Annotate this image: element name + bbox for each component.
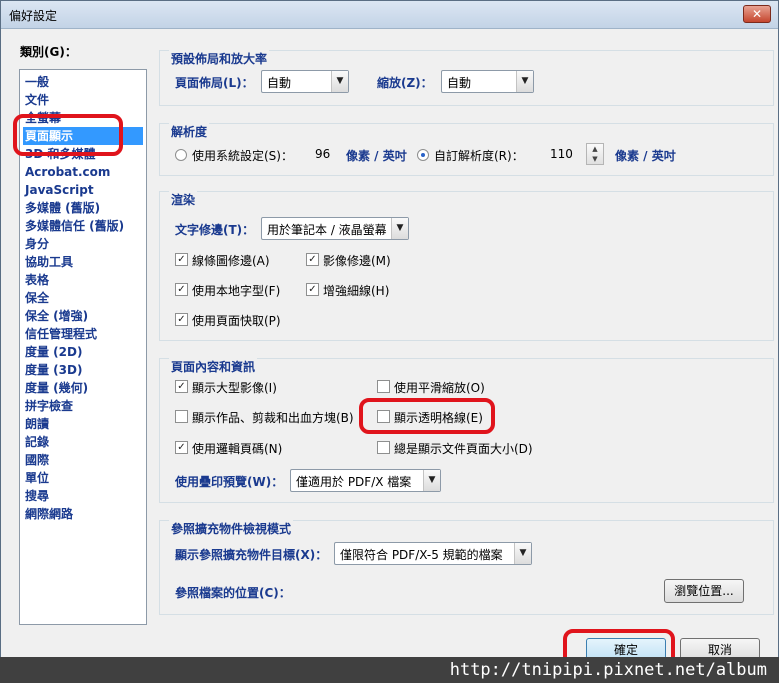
overprint-value: 僅適用於 PDF/X 檔案 (296, 475, 412, 489)
browse-location-button[interactable]: 瀏覽位置... (664, 579, 744, 603)
enhance-thin-lines-checkbox[interactable]: ✓ (306, 283, 319, 296)
resolution-section-title: 解析度 (169, 123, 210, 140)
window-title: 偏好設定 (9, 9, 58, 23)
enhance-thin-lines-label[interactable]: 增強細線(H) (323, 282, 389, 299)
always-show-page-size-label[interactable]: 總是顯示文件頁面大小(D) (394, 440, 533, 457)
reference-target-label: 顯示參照擴充物件目標(X)： (175, 548, 328, 562)
category-item[interactable]: JavaScript (25, 181, 94, 199)
category-item[interactable]: 身分 (25, 235, 49, 253)
smooth-text-select[interactable]: 用於筆記本 / 液晶螢幕 ▼ (261, 217, 409, 240)
reference-section-title: 參照擴充物件檢視模式 (169, 520, 294, 537)
show-large-images-checkbox[interactable]: ✓ (175, 380, 188, 393)
category-item[interactable]: 度量 (幾何) (25, 379, 88, 397)
layout-section-title: 預設佈局和放大率 (169, 50, 270, 67)
chevron-down-icon: ▼ (331, 71, 348, 92)
image-smoothing-checkbox[interactable]: ✓ (306, 253, 319, 266)
category-item[interactable]: 協助工具 (25, 253, 73, 271)
chevron-down-icon: ▼ (423, 470, 440, 491)
system-resolution-value: 96 (315, 147, 331, 161)
annotation-circle-grid (359, 398, 495, 434)
chevron-down-icon: ▼ (514, 543, 531, 564)
category-item[interactable]: 網際網路 (25, 505, 73, 523)
title-bar[interactable]: 偏好設定 ✕ (1, 1, 778, 29)
always-show-page-size-checkbox[interactable] (377, 441, 390, 454)
resolution-unit-2: 像素 / 英吋 (615, 149, 676, 163)
reference-section: 參照擴充物件檢視模式 顯示參照擴充物件目標(X)： 僅限符合 PDF/X-5 規… (159, 520, 774, 615)
custom-resolution-label[interactable]: 自訂解析度(R)： (434, 147, 524, 164)
category-item[interactable]: 度量 (3D) (25, 361, 82, 379)
reference-target-select[interactable]: 僅限符合 PDF/X-5 規範的檔案 ▼ (334, 542, 532, 565)
resolution-unit-1: 像素 / 英吋 (346, 149, 407, 163)
category-item[interactable]: Acrobat.com (25, 163, 110, 181)
zoom-label: 縮放(Z)： (377, 76, 433, 90)
close-button[interactable]: ✕ (743, 5, 771, 23)
category-item[interactable]: 文件 (25, 91, 49, 109)
custom-resolution-radio[interactable] (417, 149, 429, 161)
zoom-select[interactable]: 自動 ▼ (441, 70, 534, 93)
preferences-dialog: 偏好設定 ✕ 類別(G)： 一般 文件 全螢幕 頁面顯示 3D 和多媒體 Acrobat.… (0, 0, 779, 683)
system-resolution-radio[interactable] (175, 149, 187, 161)
radio-selected-dot (421, 153, 425, 157)
category-item[interactable]: 拼字檢查 (25, 397, 73, 415)
reference-location-label: 參照檔案的位置(C)： (175, 586, 291, 600)
smooth-text-value: 用於筆記本 / 液晶螢幕 (267, 223, 387, 237)
content-section-title: 頁面內容和資訊 (169, 358, 258, 375)
category-item[interactable]: 搜尋 (25, 487, 49, 505)
smooth-zoom-label[interactable]: 使用平滑縮放(O) (394, 379, 485, 396)
system-resolution-label[interactable]: 使用系統設定(S)： (192, 147, 293, 164)
category-item[interactable]: 保全 (25, 289, 49, 307)
logical-page-numbers-label[interactable]: 使用邏輯頁碼(N) (192, 440, 282, 457)
category-item[interactable]: 信任管理程式 (25, 325, 97, 343)
show-large-images-label[interactable]: 顯示大型影像(I) (192, 379, 277, 396)
watermark: http://tnipipi.pixnet.net/album (0, 657, 779, 683)
image-smoothing-label[interactable]: 影像修邊(M) (323, 252, 391, 269)
resolution-section: 解析度 使用系統設定(S)： 96 像素 / 英吋 自訂解析度(R)： 110 … (159, 123, 774, 176)
render-section-title: 渲染 (169, 191, 198, 208)
category-item[interactable]: 多媒體信任 (舊版) (25, 217, 124, 235)
category-item[interactable]: 表格 (25, 271, 49, 289)
reference-target-value: 僅限符合 PDF/X-5 規範的檔案 (340, 548, 503, 562)
category-label: 類別(G)： (20, 45, 77, 59)
chevron-down-icon: ▼ (516, 71, 533, 92)
category-item[interactable]: 保全 (增強) (25, 307, 88, 325)
page-layout-label: 頁面佈局(L)： (175, 76, 254, 90)
line-art-smoothing-checkbox[interactable]: ✓ (175, 253, 188, 266)
smooth-text-label: 文字修邊(T)： (175, 223, 255, 237)
category-item[interactable]: 一般 (25, 73, 49, 91)
category-item[interactable]: 記錄 (25, 433, 49, 451)
page-cache-checkbox[interactable]: ✓ (175, 313, 188, 326)
category-item[interactable]: 多媒體 (舊版) (25, 199, 100, 217)
layout-section: 預設佈局和放大率 頁面佈局(L)： 自動 ▼ 縮放(Z)： 自動 ▼ (159, 50, 774, 106)
logical-page-numbers-checkbox[interactable]: ✓ (175, 441, 188, 454)
chevron-down-icon: ▼ (391, 218, 408, 239)
overprint-label: 使用疊印預覽(W)： (175, 475, 284, 489)
line-art-smoothing-label[interactable]: 線條圖修邊(A) (192, 252, 270, 269)
smooth-zoom-checkbox[interactable] (377, 380, 390, 393)
category-item[interactable]: 度量 (2D) (25, 343, 82, 361)
category-item[interactable]: 國際 (25, 451, 49, 469)
local-fonts-label[interactable]: 使用本地字型(F) (192, 282, 280, 299)
resolution-spinner[interactable]: ▲ ▼ (586, 143, 604, 165)
local-fonts-checkbox[interactable]: ✓ (175, 283, 188, 296)
category-item[interactable]: 單位 (25, 469, 49, 487)
render-section: 渲染 文字修邊(T)： 用於筆記本 / 液晶螢幕 ▼ ✓ 線條圖修邊(A) ✓ … (159, 191, 774, 341)
category-item[interactable]: 朗讀 (25, 415, 49, 433)
show-art-trim-bleed-checkbox[interactable] (175, 410, 188, 423)
page-layout-select[interactable]: 自動 ▼ (261, 70, 349, 93)
page-layout-value: 自動 (267, 76, 292, 90)
show-art-trim-bleed-label[interactable]: 顯示作品、剪裁和出血方塊(B) (192, 409, 354, 426)
annotation-circle-category (13, 114, 123, 156)
page-cache-label[interactable]: 使用頁面快取(P) (192, 312, 281, 329)
overprint-select[interactable]: 僅適用於 PDF/X 檔案 ▼ (290, 469, 441, 492)
custom-resolution-value[interactable]: 110 (550, 147, 573, 161)
zoom-value: 自動 (447, 76, 472, 90)
